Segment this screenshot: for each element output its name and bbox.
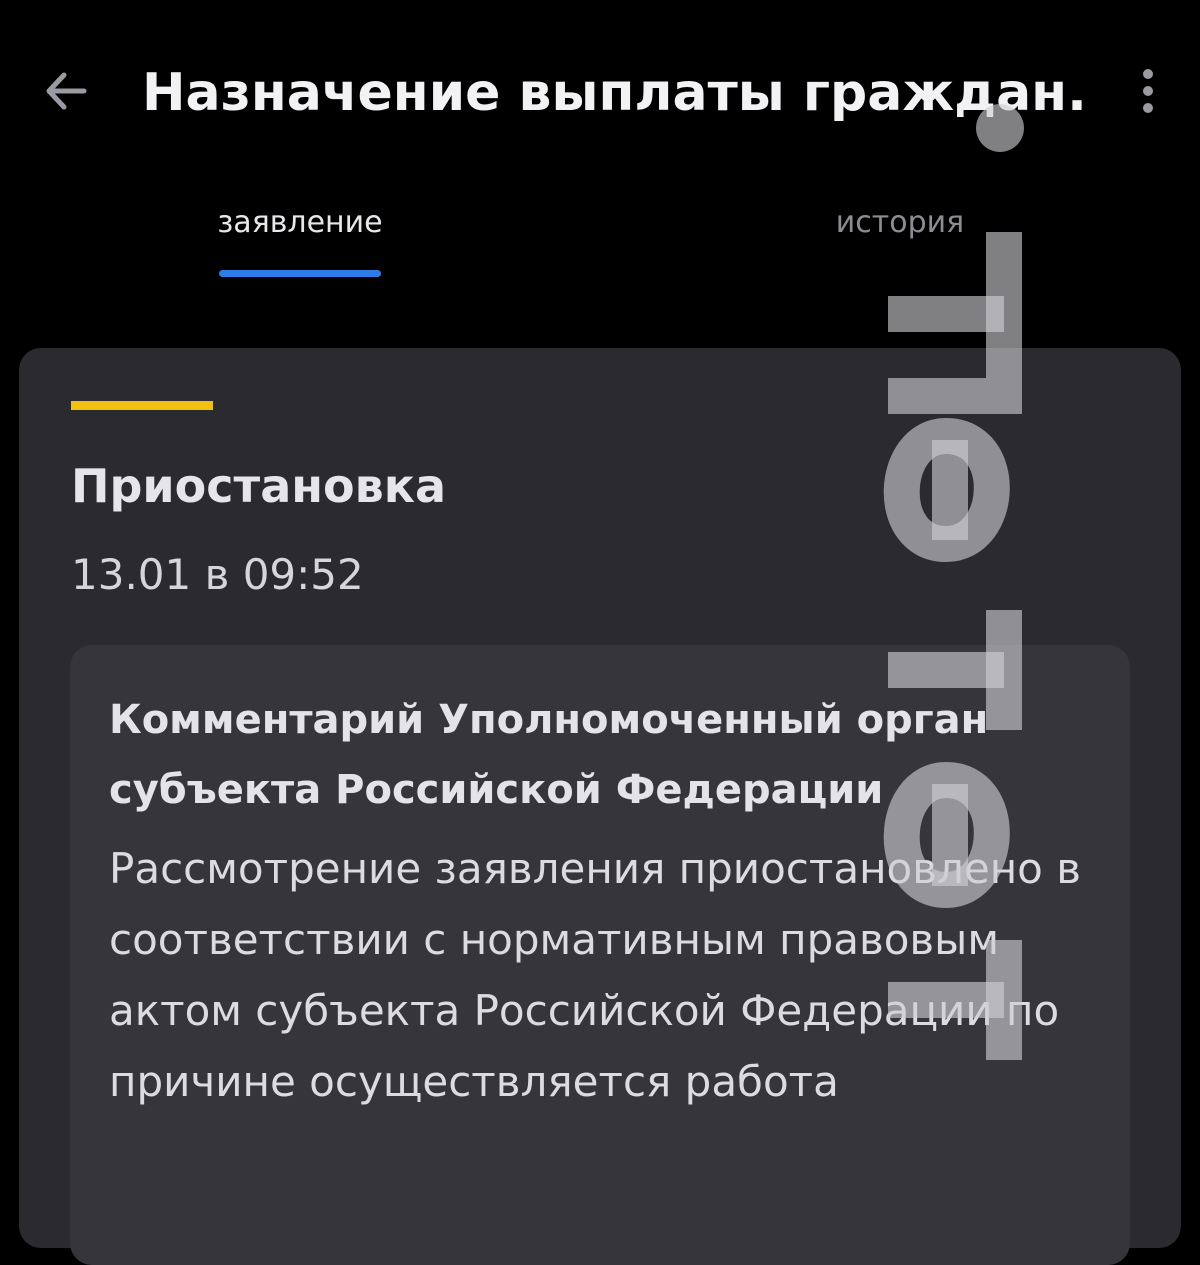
status-title: Приостановка	[71, 459, 446, 513]
app-header: Назначение выплаты граждан...	[0, 0, 1200, 185]
more-options-button[interactable]	[1130, 66, 1166, 120]
tab-bar: заявление история	[0, 195, 1200, 285]
active-tab-indicator	[219, 270, 381, 277]
status-accent-bar	[71, 401, 213, 410]
more-vertical-icon	[1143, 69, 1153, 113]
comment-title: Комментарий Уполномоченный орган субъект…	[109, 697, 989, 813]
arrow-left-icon	[46, 72, 87, 110]
comment-text: Рассмотрение заявления приостановлено в …	[109, 844, 1081, 1106]
page-title: Назначение выплаты граждан...	[142, 63, 1092, 123]
status-date: 13.01 в 09:52	[71, 550, 364, 599]
tab-history[interactable]: история	[750, 203, 1050, 243]
back-button[interactable]	[40, 64, 94, 118]
tab-application[interactable]: заявление	[150, 203, 450, 243]
comment-box: Комментарий Уполномоченный орган субъект…	[70, 645, 1130, 1265]
status-card: Приостановка 13.01 в 09:52 Комментарий У…	[19, 348, 1181, 1265]
